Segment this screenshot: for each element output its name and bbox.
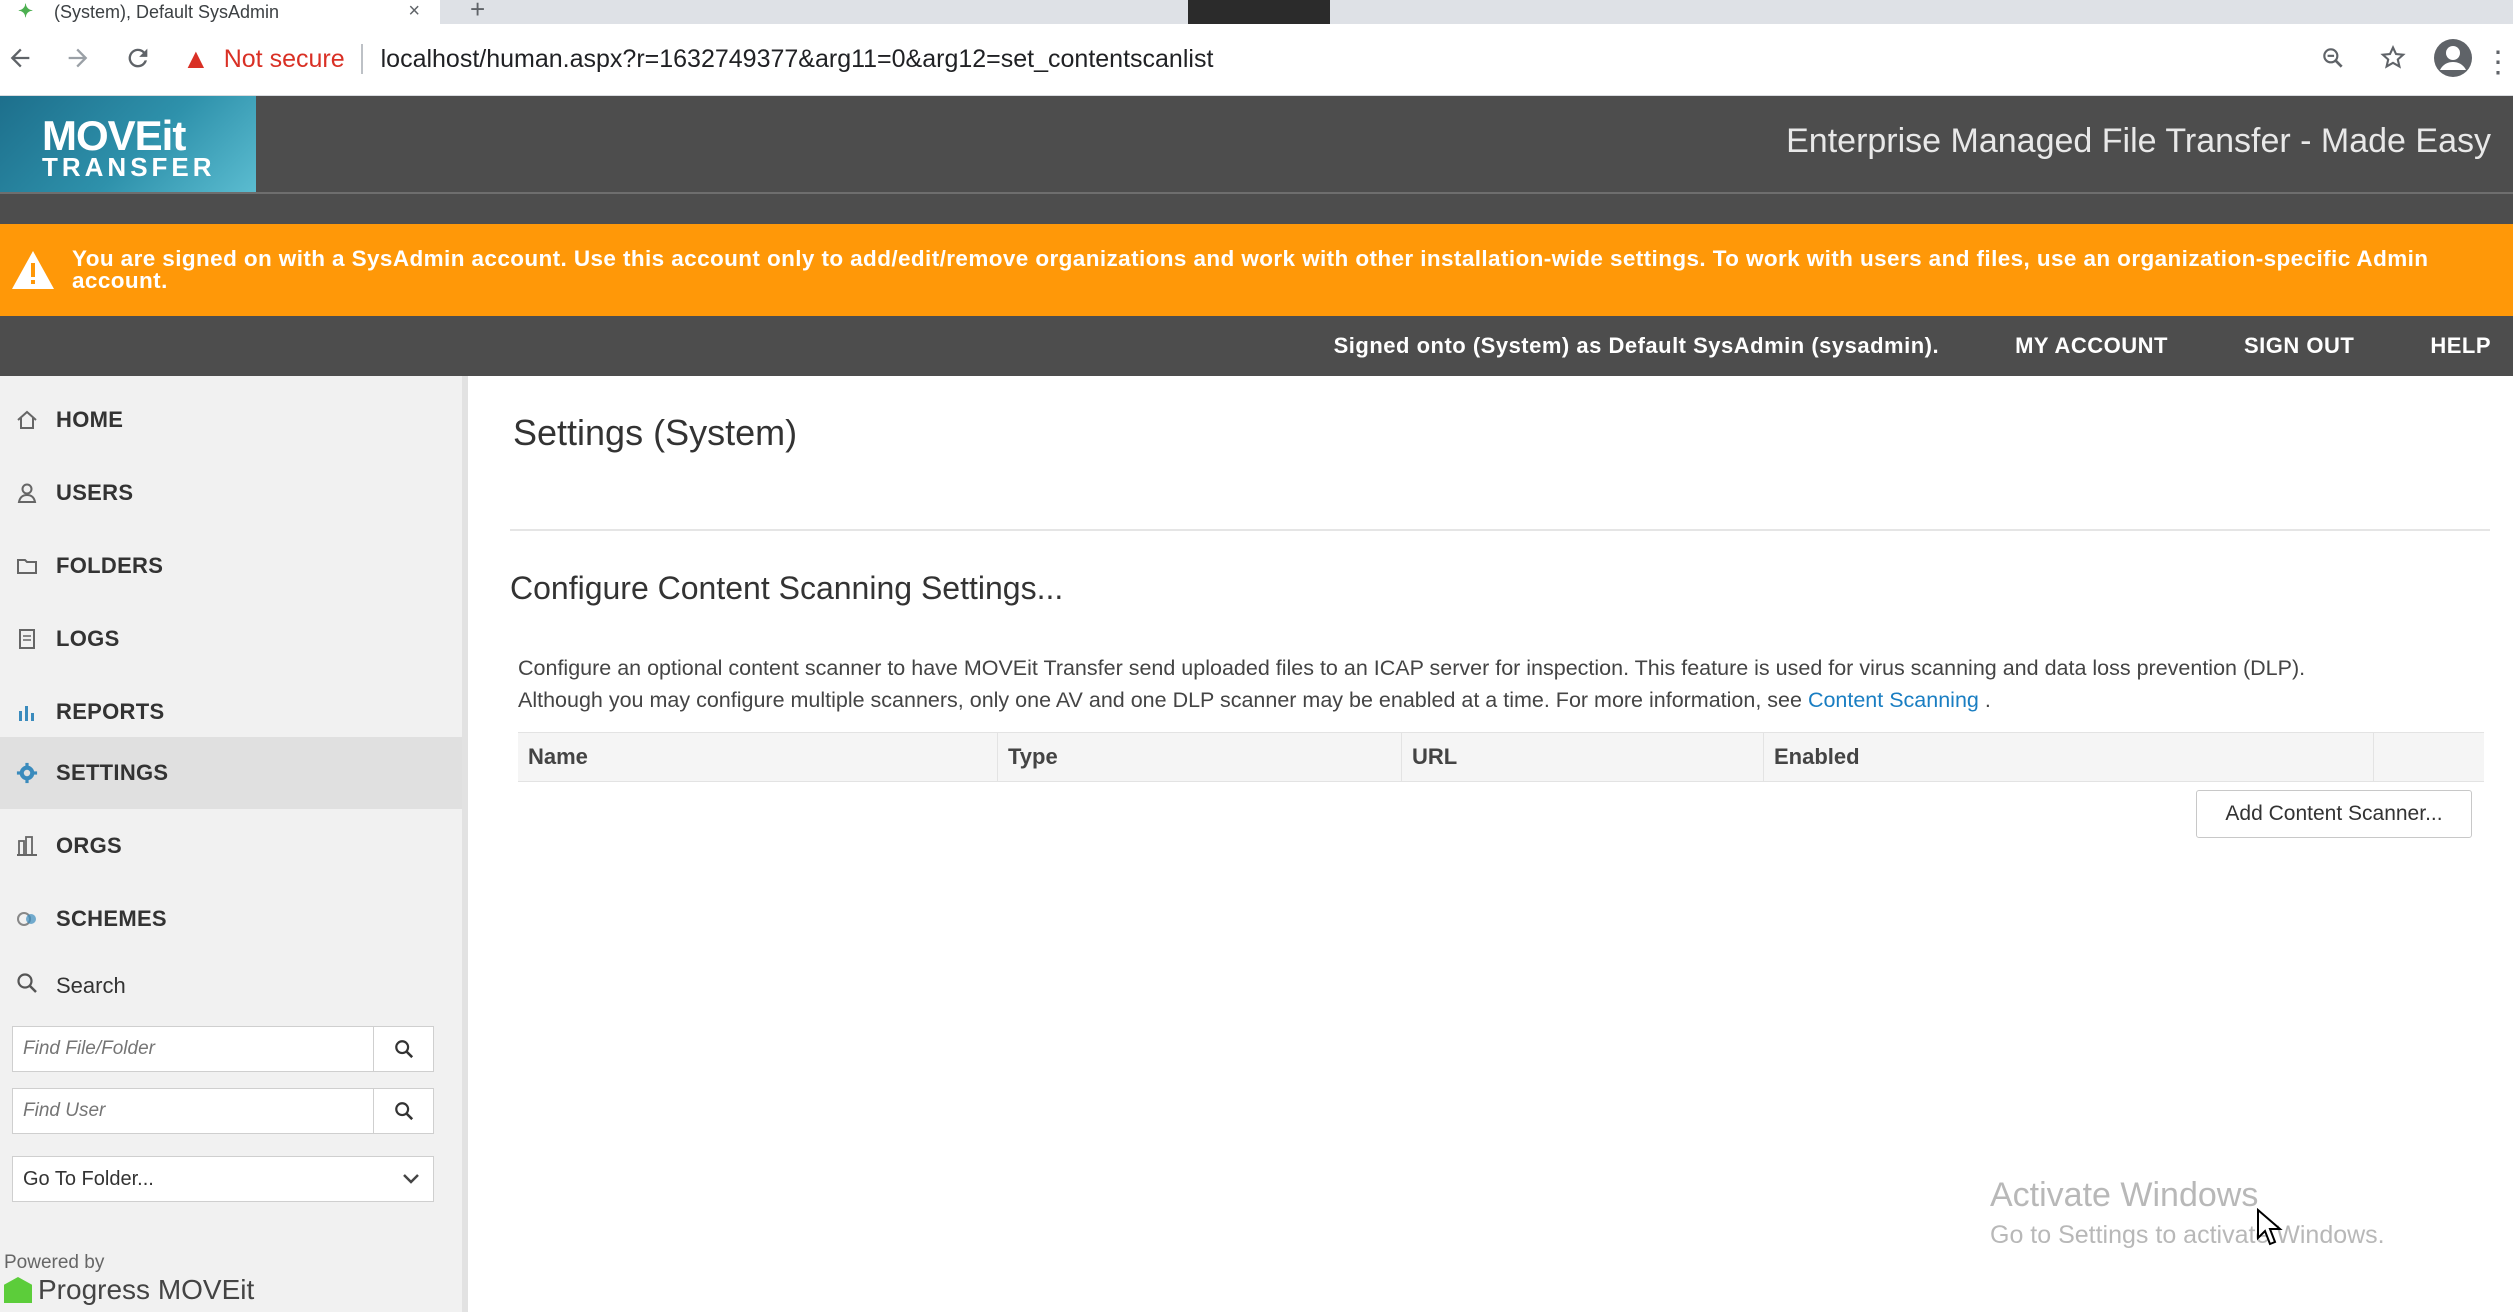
sidebar-item-logs[interactable]: LOGS	[0, 603, 462, 675]
log-icon	[16, 628, 38, 650]
description-text: Although you may configure multiple scan…	[518, 688, 1802, 712]
tab-close-icon[interactable]: ×	[408, 0, 420, 23]
my-account-link[interactable]: MY ACCOUNT	[2015, 333, 2168, 359]
main-content: Settings (System) Configure Content Scan…	[468, 376, 2513, 1312]
sysadmin-warning-banner: You are signed on with a SysAdmin accoun…	[0, 224, 2513, 316]
column-header-name[interactable]: Name	[518, 733, 998, 781]
description-end: .	[1984, 688, 1991, 712]
menu-icon[interactable]: ⋮	[2483, 45, 2513, 80]
sidebar-item-label: LOGS	[56, 626, 120, 651]
banner-text: You are signed on with a SysAdmin accoun…	[72, 246, 2429, 293]
column-header-url[interactable]: URL	[1402, 733, 1764, 781]
progress-logo-icon	[4, 1277, 32, 1303]
section-title: Configure Content Scanning Settings...	[510, 570, 1064, 606]
not-secure-label[interactable]: Not secure	[224, 45, 345, 74]
search-label-text: Search	[56, 973, 126, 998]
sidebar-item-label: REPORTS	[56, 699, 165, 724]
sidebar-item-label: FOLDERS	[56, 553, 164, 578]
warning-icon	[12, 251, 54, 289]
search-icon	[394, 1040, 413, 1059]
address-bar[interactable]: ▲ Not secure localhost/human.aspx?r=1632…	[182, 34, 2382, 84]
watermark-line-2: Go to Settings to activate Windows.	[1990, 1221, 2385, 1249]
progress-moveit-logo: Progress MOVEit	[4, 1274, 254, 1306]
account-bar: Signed onto (System) as Default SysAdmin…	[0, 316, 2513, 376]
description: Configure an optional content scanner to…	[518, 652, 2488, 716]
find-file-field	[12, 1026, 434, 1072]
sign-out-link[interactable]: SIGN OUT	[2244, 333, 2354, 359]
user-icon	[16, 482, 38, 504]
toolbar-right-icons: ⋮	[2303, 38, 2513, 86]
signed-on-text: Signed onto (System) as Default SysAdmin…	[1333, 333, 1940, 358]
sidebar-item-label: USERS	[56, 480, 134, 505]
sidebar-item-label: HOME	[56, 407, 124, 432]
content-scanning-link[interactable]: Content Scanning	[1808, 688, 1979, 712]
search-icon	[16, 972, 38, 1000]
sidebar-item-folders[interactable]: FOLDERS	[0, 530, 462, 602]
reload-icon[interactable]	[118, 38, 158, 78]
sidebar-item-settings[interactable]: SETTINGS	[0, 737, 462, 809]
logo-sub-text: TRANSFER	[42, 152, 216, 182]
find-user-input[interactable]	[13, 1089, 374, 1133]
address-divider	[360, 44, 363, 74]
screen-recorder-bar	[1188, 0, 1330, 24]
find-user-field	[12, 1088, 434, 1134]
find-file-input[interactable]	[13, 1027, 374, 1071]
forward-icon[interactable]	[58, 38, 98, 78]
sidebar-item-orgs[interactable]: ORGS	[0, 810, 462, 882]
add-content-scanner-button[interactable]: Add Content Scanner...	[2196, 790, 2472, 838]
search-icon	[394, 1102, 413, 1121]
column-header-type[interactable]: Type	[998, 733, 1402, 781]
url-text[interactable]: localhost/human.aspx?r=1632749377&arg11=…	[381, 45, 1214, 74]
sidebar-item-schemes[interactable]: SCHEMES	[0, 883, 462, 955]
scanner-table-header: Name Type URL Enabled	[518, 732, 2484, 782]
reports-icon	[16, 701, 38, 723]
title-divider	[510, 529, 2490, 531]
back-icon[interactable]	[0, 38, 40, 78]
moveit-favicon-icon: ✦	[18, 1, 34, 21]
browser-tab[interactable]: ✦ (System), Default SysAdmin ×	[0, 0, 440, 24]
watermark-line-1: Activate Windows	[1990, 1176, 2259, 1214]
profile-icon[interactable]	[2423, 38, 2483, 86]
new-tab-button[interactable]: +	[470, 0, 485, 25]
find-file-search-button[interactable]	[373, 1027, 433, 1071]
app-header: MOVEit TRANSFER Enterprise Managed File …	[0, 96, 2513, 192]
sidebar-item-label: SCHEMES	[56, 906, 167, 931]
powered-by-label: Powered by	[4, 1252, 105, 1273]
activate-windows-watermark: Activate Windows Go to Settings to activ…	[1990, 1176, 2385, 1250]
page-title: Settings (System)	[513, 412, 798, 453]
progress-logo-text: Progress MOVEit	[38, 1274, 255, 1305]
star-icon[interactable]	[2363, 44, 2423, 80]
go-to-folder-value: Go To Folder...	[23, 1167, 154, 1190]
folder-icon	[16, 555, 38, 577]
help-link[interactable]: HELP	[2430, 333, 2491, 359]
search-section-label: Search	[16, 972, 126, 1000]
chevron-down-icon	[403, 1174, 419, 1184]
sidebar-item-label: SETTINGS	[56, 760, 169, 785]
warning-icon[interactable]: ▲	[182, 43, 210, 75]
sidebar: HOME USERS FOLDERS LOGS REPORTS SETTINGS	[0, 376, 468, 1312]
description-line-1: Configure an optional content scanner to…	[518, 656, 2306, 680]
browser-toolbar: ▲ Not secure localhost/human.aspx?r=1632…	[0, 24, 2513, 96]
moveit-logo[interactable]: MOVEit TRANSFER	[0, 96, 256, 192]
browser-tabstrip: ✦ (System), Default SysAdmin × +	[0, 0, 2513, 24]
go-to-folder-select[interactable]: Go To Folder...	[12, 1156, 434, 1202]
sidebar-item-label: ORGS	[56, 833, 122, 858]
orgs-icon	[16, 835, 38, 857]
description-line-2: Although you may configure multiple scan…	[518, 684, 2488, 716]
column-header-actions	[2374, 733, 2482, 781]
sidebar-item-home[interactable]: HOME	[0, 384, 462, 456]
find-user-search-button[interactable]	[373, 1089, 433, 1133]
tab-title: (System), Default SysAdmin	[54, 1, 280, 22]
home-icon	[16, 409, 38, 431]
schemes-icon	[16, 908, 38, 930]
header-tagline: Enterprise Managed File Transfer - Made …	[1786, 122, 2491, 160]
header-strip	[0, 192, 2513, 224]
mouse-cursor-icon	[2257, 1208, 2283, 1246]
column-header-enabled[interactable]: Enabled	[1764, 733, 2374, 781]
gear-icon	[16, 762, 38, 784]
sidebar-item-users[interactable]: USERS	[0, 457, 462, 529]
zoom-icon[interactable]	[2303, 45, 2363, 79]
